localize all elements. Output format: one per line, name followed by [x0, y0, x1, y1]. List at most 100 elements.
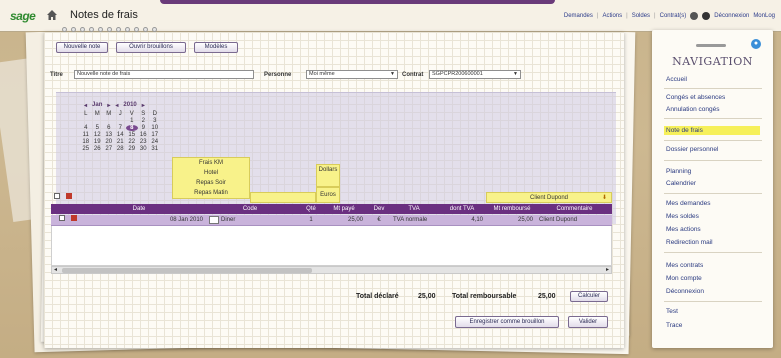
cell-dev[interactable]: € — [367, 215, 391, 226]
calculate-button[interactable]: Calculer — [570, 291, 608, 302]
calendar-day[interactable]: 29 — [126, 146, 138, 152]
cell-date[interactable]: 08 Jan 2010 — [79, 215, 209, 226]
scrollbar-thumb[interactable] — [62, 268, 312, 273]
scroll-left-icon[interactable]: ◂ — [54, 266, 57, 273]
cell-refund[interactable]: 25,00 — [487, 215, 537, 226]
topnav-actions[interactable]: Actions — [602, 13, 622, 19]
currency-option[interactable]: Dollars — [317, 165, 339, 176]
calendar-day[interactable]: 12 — [92, 132, 104, 138]
code-filter-cell[interactable] — [250, 192, 316, 203]
nav-item-accueil[interactable]: Accueil — [666, 76, 687, 83]
nav-item-demandes[interactable]: Mes demandes — [666, 200, 710, 207]
new-note-button[interactable]: Nouvelle note — [56, 42, 108, 53]
calendar-day[interactable]: 28 — [115, 146, 127, 152]
home-icon[interactable] — [46, 9, 58, 21]
column-header[interactable]: Mt remboursé — [487, 204, 537, 214]
calendar-day[interactable]: 27 — [103, 146, 115, 152]
nav-item-deconnexion[interactable]: Déconnexion — [666, 288, 704, 295]
table-row[interactable]: 08 Jan 2010 Diner 1 25,00 € TVA normale … — [51, 215, 612, 226]
calendar-day[interactable]: 17 — [149, 132, 161, 138]
column-header[interactable]: Dev — [367, 204, 391, 214]
title-field[interactable]: Nouvelle note de frais — [74, 70, 254, 79]
cell-qty[interactable]: 1 — [301, 215, 321, 226]
calendar-icon[interactable] — [209, 216, 219, 224]
cell-vat-amount[interactable]: 4,10 — [437, 215, 487, 226]
nav-item-calendrier[interactable]: Calendrier — [666, 180, 696, 187]
calendar-day[interactable] — [103, 118, 115, 124]
calendar-day[interactable]: 11 — [80, 132, 92, 138]
calendar-day[interactable]: 13 — [103, 132, 115, 138]
calendar-day[interactable]: 1 — [126, 118, 138, 124]
cell-comment[interactable]: Client Dupond — [537, 215, 612, 226]
calendar-day[interactable]: 3 — [149, 118, 161, 124]
column-header[interactable]: Code — [199, 204, 301, 214]
calendar-day[interactable]: 2 — [138, 118, 150, 124]
nav-item-annulation[interactable]: Annulation congés — [666, 106, 720, 113]
delete-row-icon[interactable] — [66, 193, 72, 199]
calendar-day[interactable]: 10 — [149, 125, 161, 131]
nav-item-redirection[interactable]: Redirection mail — [666, 239, 713, 246]
topnav-contrats[interactable]: Contrat(s) — [660, 13, 687, 19]
nav-item-conges[interactable]: Congés et absences — [666, 94, 725, 101]
code-option[interactable]: Frais KM — [173, 158, 249, 168]
nav-item-note-de-frais[interactable]: Note de frais — [664, 126, 760, 135]
calendar-day[interactable] — [92, 118, 104, 124]
calendar-day[interactable]: 18 — [80, 139, 92, 145]
nav-item-actions[interactable]: Mes actions — [666, 226, 701, 233]
calendar-day[interactable]: 6 — [103, 125, 115, 131]
calendar-day[interactable]: 9 — [138, 125, 150, 131]
calendar-day[interactable]: 20 — [103, 139, 115, 145]
column-header[interactable]: dont TVA — [437, 204, 487, 214]
code-option[interactable]: Hotel — [173, 168, 249, 178]
calendar-day[interactable]: 30 — [138, 146, 150, 152]
person-select[interactable]: Moi même ▼ — [306, 70, 398, 79]
calendar-day[interactable]: 26 — [92, 146, 104, 152]
models-button[interactable]: Modèles — [194, 42, 238, 53]
column-header[interactable]: Date — [79, 204, 199, 214]
calendar-day[interactable]: 4 — [80, 125, 92, 131]
column-header[interactable]: Commentaire — [537, 204, 612, 214]
calendar-day[interactable]: 15 — [126, 132, 138, 138]
cell-tva[interactable]: TVA normale — [391, 215, 437, 226]
comment-dropdown[interactable]: Client Dupond ⬇ — [486, 192, 612, 203]
cell-paid[interactable]: 25,00 — [321, 215, 367, 226]
calendar-day[interactable]: 7 — [115, 125, 127, 131]
nav-item-contrats[interactable]: Mes contrats — [666, 262, 703, 269]
calendar-day[interactable] — [115, 118, 127, 124]
calendar-prev-year-icon[interactable]: ◂ — [115, 102, 118, 109]
user-icon[interactable] — [702, 12, 711, 20]
horizontal-scrollbar[interactable]: ◂ ▸ — [51, 266, 612, 274]
column-header[interactable]: Mt payé — [321, 204, 367, 214]
topnav-soldes[interactable]: Soldes — [632, 13, 650, 19]
nav-item-test[interactable]: Test — [666, 308, 678, 315]
calendar-day[interactable] — [80, 118, 92, 124]
calendar-day[interactable]: 21 — [115, 139, 127, 145]
calendar-day[interactable]: 25 — [80, 146, 92, 152]
calendar-day[interactable]: 16 — [138, 132, 150, 138]
validate-button[interactable]: Valider — [568, 316, 608, 328]
nav-item-planning[interactable]: Planning — [666, 168, 691, 175]
code-option[interactable]: Repas Matin — [173, 188, 249, 198]
scroll-right-icon[interactable]: ▸ — [606, 266, 609, 273]
settings-icon[interactable] — [690, 12, 699, 20]
calendar-prev-icon[interactable]: ◂ — [84, 102, 87, 109]
open-drafts-button[interactable]: Ouvrir brouillons — [116, 42, 186, 53]
nav-item-soldes[interactable]: Mes soldes — [666, 213, 699, 220]
calendar-next-icon[interactable]: ▸ — [107, 102, 110, 109]
nav-item-compte[interactable]: Mon compte — [666, 275, 702, 282]
column-header[interactable]: TVA — [391, 204, 437, 214]
calendar-day[interactable]: 31 — [149, 146, 161, 152]
cell-code[interactable]: Diner — [221, 215, 299, 226]
add-row-icon[interactable] — [54, 193, 60, 199]
code-option[interactable]: Repas Soir — [173, 178, 249, 188]
calendar-day[interactable]: 23 — [138, 139, 150, 145]
topnav-demandes[interactable]: Demandes — [564, 13, 593, 19]
calendar-day[interactable]: 14 — [115, 132, 127, 138]
calendar-day[interactable]: 24 — [149, 139, 161, 145]
nav-item-dossier[interactable]: Dossier personnel — [666, 146, 718, 153]
calendar-day[interactable]: 5 — [92, 125, 104, 131]
contract-select[interactable]: SGPCPR200600001 ▼ — [429, 70, 521, 79]
calendar-day[interactable]: 22 — [126, 139, 138, 145]
calendar-next-year-icon[interactable]: ▸ — [142, 102, 145, 109]
save-draft-button[interactable]: Enregistrer comme brouillon — [455, 316, 559, 328]
